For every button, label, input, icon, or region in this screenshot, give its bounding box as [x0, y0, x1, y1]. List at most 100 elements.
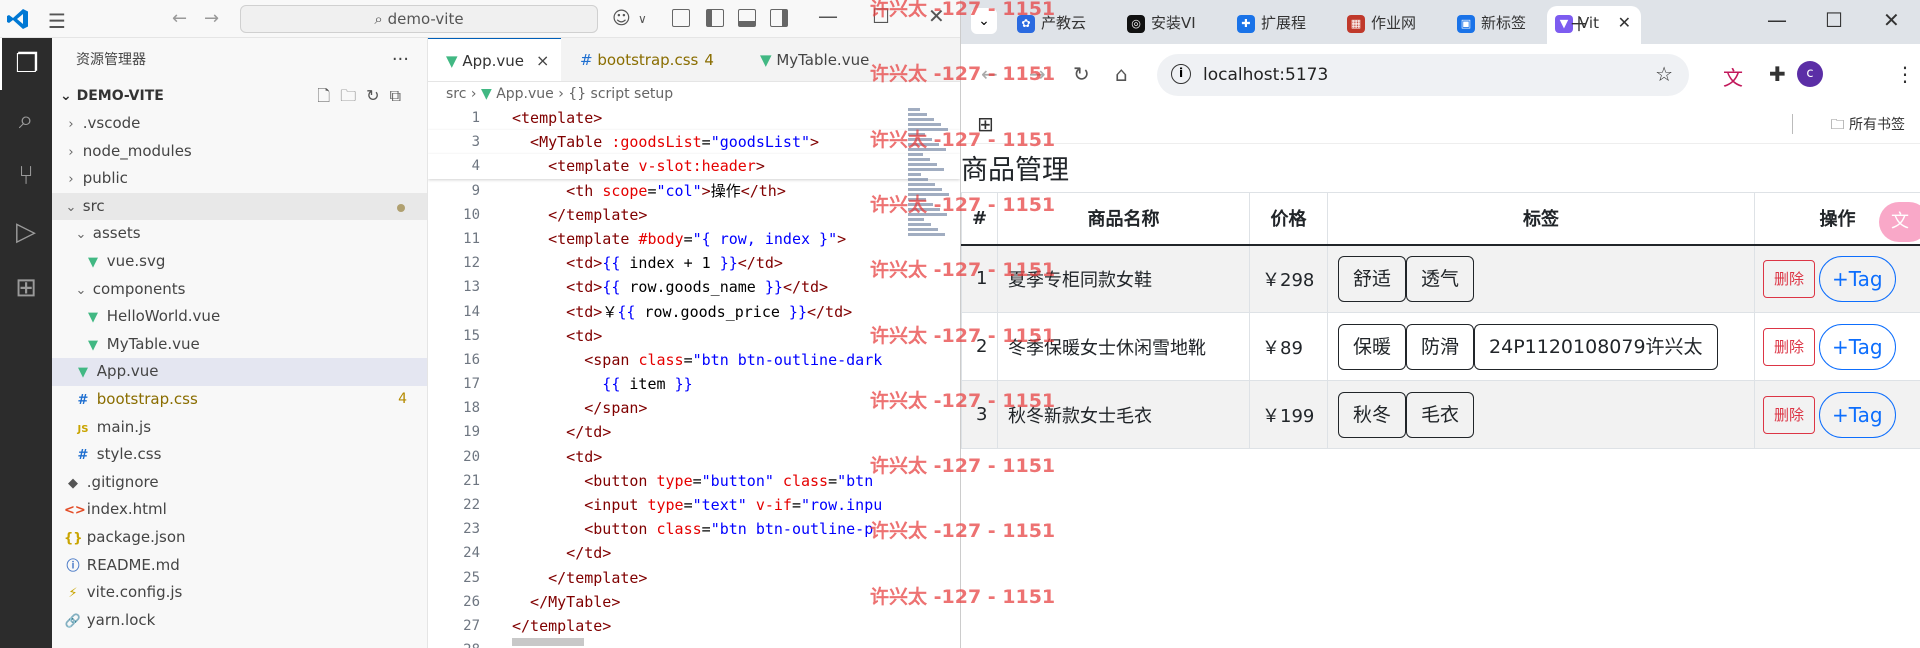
new-folder-icon[interactable]: 🗀	[340, 86, 366, 105]
explorer-icon[interactable]: ❐	[0, 38, 52, 90]
browser-tab[interactable]: ▣ 新标签	[1449, 6, 1553, 44]
close-icon[interactable]: ✕	[928, 4, 945, 28]
home-icon[interactable]: ⌂	[1115, 62, 1128, 86]
reload-icon[interactable]: ↻	[1073, 62, 1090, 86]
tree-item[interactable]: <> index.html	[52, 496, 427, 524]
editor-tab-label: MyTable.vue	[776, 51, 870, 69]
run-debug-icon[interactable]: ▷	[0, 206, 52, 258]
browser-tab[interactable]: ✚ 扩展程	[1229, 6, 1333, 44]
tag-badge[interactable]: 透气	[1406, 255, 1475, 302]
close-icon[interactable]: ✕	[1883, 8, 1900, 32]
close-tab-icon[interactable]: ✕	[1618, 6, 1631, 40]
source-control-icon[interactable]: ⑂	[0, 150, 52, 202]
layout-customize-icon[interactable]	[672, 9, 690, 27]
add-tag-button[interactable]: +Tag	[1819, 255, 1896, 302]
toggle-secondary-sidebar-icon[interactable]	[770, 9, 788, 27]
back-icon[interactable]: ←	[172, 8, 187, 29]
new-file-icon[interactable]: 🗋	[317, 86, 340, 105]
browser-tab[interactable]: ◎ 安装VI	[1119, 6, 1223, 44]
extensions-icon[interactable]: ⊞	[0, 262, 52, 314]
tree-item[interactable]: ⌄ components	[52, 276, 427, 304]
code-token: =	[683, 229, 693, 248]
breadcrumb-file[interactable]: App.vue	[496, 86, 554, 102]
maximize-icon[interactable]: ☐	[1825, 8, 1843, 32]
delete-button[interactable]: 删除	[1763, 259, 1816, 298]
maximize-icon[interactable]: ☐	[872, 4, 890, 28]
forward-icon[interactable]: →	[1029, 62, 1046, 86]
forward-icon[interactable]: →	[204, 8, 219, 29]
tag-badge[interactable]: 秋冬	[1338, 391, 1407, 438]
address-bar[interactable]: i localhost:5173 ☆	[1157, 54, 1689, 96]
tree-item[interactable]: 🔗 yarn.lock	[52, 607, 427, 635]
url-text[interactable]: localhost:5173	[1203, 54, 1328, 96]
tag-badge[interactable]: 24P1120108079许兴太	[1474, 323, 1718, 370]
more-actions-icon[interactable]: ···	[392, 38, 409, 82]
menu-icon[interactable]: ☰	[48, 9, 66, 33]
tree-item[interactable]: › .vscode	[52, 110, 427, 138]
horizontal-scrollbar[interactable]	[512, 638, 584, 646]
tree-item[interactable]: ⌄ assets	[52, 220, 427, 248]
tree-item[interactable]: {} package.json	[52, 524, 427, 552]
tree-item[interactable]: # bootstrap.css 4	[52, 386, 427, 414]
tree-item[interactable]: ▼ App.vue	[52, 358, 427, 386]
breadcrumb-src[interactable]: src	[446, 86, 466, 102]
editor-tab[interactable]: ▼ App.vue ×	[428, 38, 562, 81]
browser-tab[interactable]: ✿ 产教云	[1009, 6, 1113, 44]
tree-item[interactable]: ⓘ README.md	[52, 552, 427, 580]
project-root[interactable]: ⌄ DEMO-VITE 🗋🗀↻⧉	[52, 82, 427, 110]
browser-tab[interactable]: ▼ Vit ✕	[1547, 6, 1641, 44]
editor-tab[interactable]: # bootstrap.css 4	[562, 38, 726, 81]
translate-extension-icon[interactable]: 文	[1723, 62, 1743, 91]
breadcrumb-symbol[interactable]: {} script setup	[568, 86, 673, 102]
tree-item[interactable]: ▼ HelloWorld.vue	[52, 303, 427, 331]
extensions-puzzle-icon[interactable]: ✚	[1769, 62, 1786, 86]
all-bookmarks[interactable]: 🗀 所有书签	[1831, 114, 1905, 138]
kebab-menu-icon[interactable]: ⋮	[1895, 62, 1915, 86]
line-number: 13	[463, 279, 480, 296]
refresh-icon[interactable]: ↻	[366, 86, 389, 105]
toggle-primary-sidebar-icon[interactable]	[706, 9, 724, 27]
search-icon[interactable]: ⌕	[0, 94, 52, 146]
collapse-all-icon[interactable]: ⧉	[390, 86, 411, 105]
tag-badge[interactable]: 舒适	[1338, 255, 1407, 302]
bookmark-star-icon[interactable]: ☆	[1655, 62, 1673, 86]
tree-item[interactable]: › node_modules	[52, 138, 427, 166]
translate-float-icon[interactable]: 文	[1879, 202, 1920, 242]
minimize-icon[interactable]: —	[818, 4, 838, 28]
file-tree: › .vscode › node_modules › public ⌄ src ⌄ as…	[52, 110, 427, 634]
browser-tab[interactable]: ▦ 作业网	[1339, 6, 1443, 44]
code-editor[interactable]: 1 <template> 3 <MyTable :goodsList="goodsL…	[428, 106, 960, 648]
tree-item[interactable]: › public	[52, 165, 427, 193]
delete-button[interactable]: 删除	[1763, 327, 1816, 366]
add-tag-button[interactable]: +Tag	[1819, 323, 1896, 370]
command-center-search[interactable]: ⌕ demo-vite	[240, 5, 598, 33]
tab-search-icon[interactable]: ⌄	[971, 8, 997, 34]
tree-item[interactable]: ▼ MyTable.vue	[52, 331, 427, 359]
apps-grid-icon[interactable]: ⊞	[977, 112, 994, 136]
tag-badge[interactable]: 毛衣	[1406, 391, 1475, 438]
tree-item[interactable]: ⌄ src	[52, 192, 427, 221]
tag-badge[interactable]: 保暖	[1338, 323, 1407, 370]
site-info-icon[interactable]: i	[1171, 64, 1191, 84]
editor-tab[interactable]: ▼ MyTable.vue	[742, 38, 881, 81]
new-tab-icon[interactable]: ＋	[1569, 8, 1589, 37]
delete-button[interactable]: 删除	[1763, 395, 1816, 434]
minimap[interactable]	[908, 106, 954, 246]
copilot-dropdown-icon[interactable]: ∨	[638, 12, 647, 26]
tag-badge[interactable]: 防滑	[1406, 323, 1475, 370]
cell-tags: 舒适 透气	[1327, 244, 1755, 313]
back-icon[interactable]: ←	[981, 62, 998, 86]
minimize-icon[interactable]: —	[1767, 8, 1787, 32]
tree-item[interactable]: ⚡ vite.config.js	[52, 579, 427, 607]
close-tab-icon[interactable]: ×	[536, 51, 549, 70]
avatar[interactable]: c	[1797, 61, 1823, 87]
code-token: =	[791, 496, 801, 514]
tree-item[interactable]: # style.css	[52, 441, 427, 469]
vue-file-icon: ▼	[88, 337, 98, 353]
add-tag-button[interactable]: +Tag	[1819, 391, 1896, 438]
tree-item[interactable]: ◆ .gitignore	[52, 469, 427, 497]
copilot-icon[interactable]: ☺	[612, 8, 631, 29]
toggle-panel-icon[interactable]	[738, 9, 756, 27]
tree-item[interactable]: ▼ vue.svg	[52, 248, 427, 276]
tree-item[interactable]: JS main.js	[52, 414, 427, 442]
